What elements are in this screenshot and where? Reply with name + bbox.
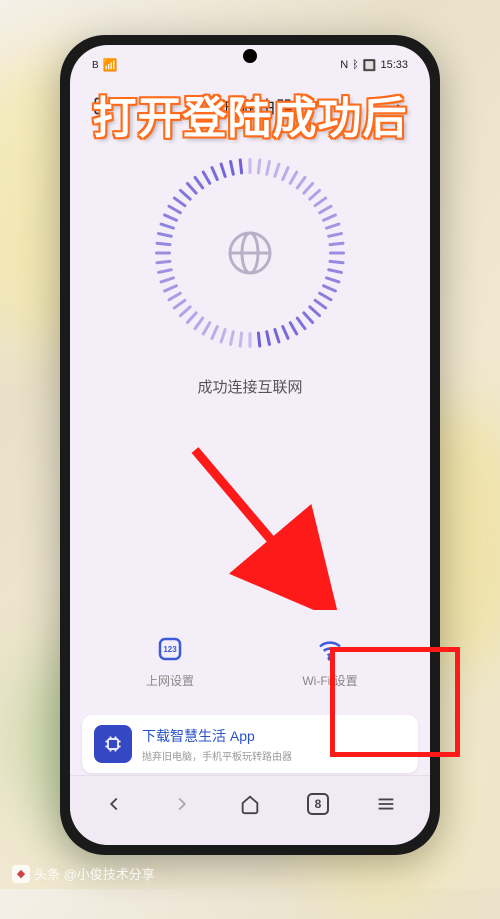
nav-home-button[interactable]	[230, 784, 270, 824]
connection-dial-area: 成功连接互联网	[70, 128, 430, 417]
internet-settings-icon: 123	[155, 634, 185, 664]
screen: B 📶 N ᛒ 🔲 15:33 我的路由器	[70, 45, 430, 845]
promo-subtitle: 抛弃旧电脑，手机平板玩转路由器	[142, 748, 406, 763]
watermark: ◆ 头条 @小俊技术分享	[12, 864, 155, 883]
app-icon	[94, 725, 132, 763]
nav-tabs-button[interactable]: 8	[298, 784, 338, 824]
internet-settings-button[interactable]: 123 上网设置	[90, 620, 250, 703]
signal-icon: 📶	[103, 58, 118, 72]
browser-nav-bar: 8	[70, 775, 430, 845]
nav-forward-button[interactable]	[162, 784, 202, 824]
camera-hole	[243, 49, 257, 63]
connection-status-text: 成功连接互联网	[197, 376, 302, 397]
nav-menu-button[interactable]	[366, 784, 406, 824]
nfc-icon: N	[340, 59, 348, 71]
wifi-settings-button[interactable]: Wi-Fi 设置	[250, 620, 410, 703]
bluetooth-icon: ᛒ	[352, 59, 359, 71]
settings-row: 123 上网设置 Wi-Fi 设置	[70, 620, 430, 703]
overlay-caption: 打开登陆成功后	[93, 82, 408, 146]
tab-count: 8	[307, 793, 329, 815]
wifi-settings-label: Wi-Fi 设置	[302, 672, 357, 689]
watermark-text: 头条 @小俊技术分享	[34, 864, 155, 883]
wifi-icon	[315, 634, 345, 664]
phone-frame: B 📶 N ᛒ 🔲 15:33 我的路由器	[60, 35, 440, 855]
promo-title: 下载智慧生活 App	[142, 726, 406, 746]
nav-back-button[interactable]	[94, 784, 134, 824]
watermark-icon: ◆	[12, 865, 30, 883]
battery-icon: 🔲	[363, 59, 377, 72]
clock: 15:33	[380, 59, 408, 71]
app-download-banner[interactable]: 下载智慧生活 App 抛弃旧电脑，手机平板玩转路由器	[82, 715, 418, 773]
sim-indicator: B	[92, 60, 99, 71]
connection-dial	[155, 158, 345, 348]
internet-settings-label: 上网设置	[146, 672, 194, 689]
